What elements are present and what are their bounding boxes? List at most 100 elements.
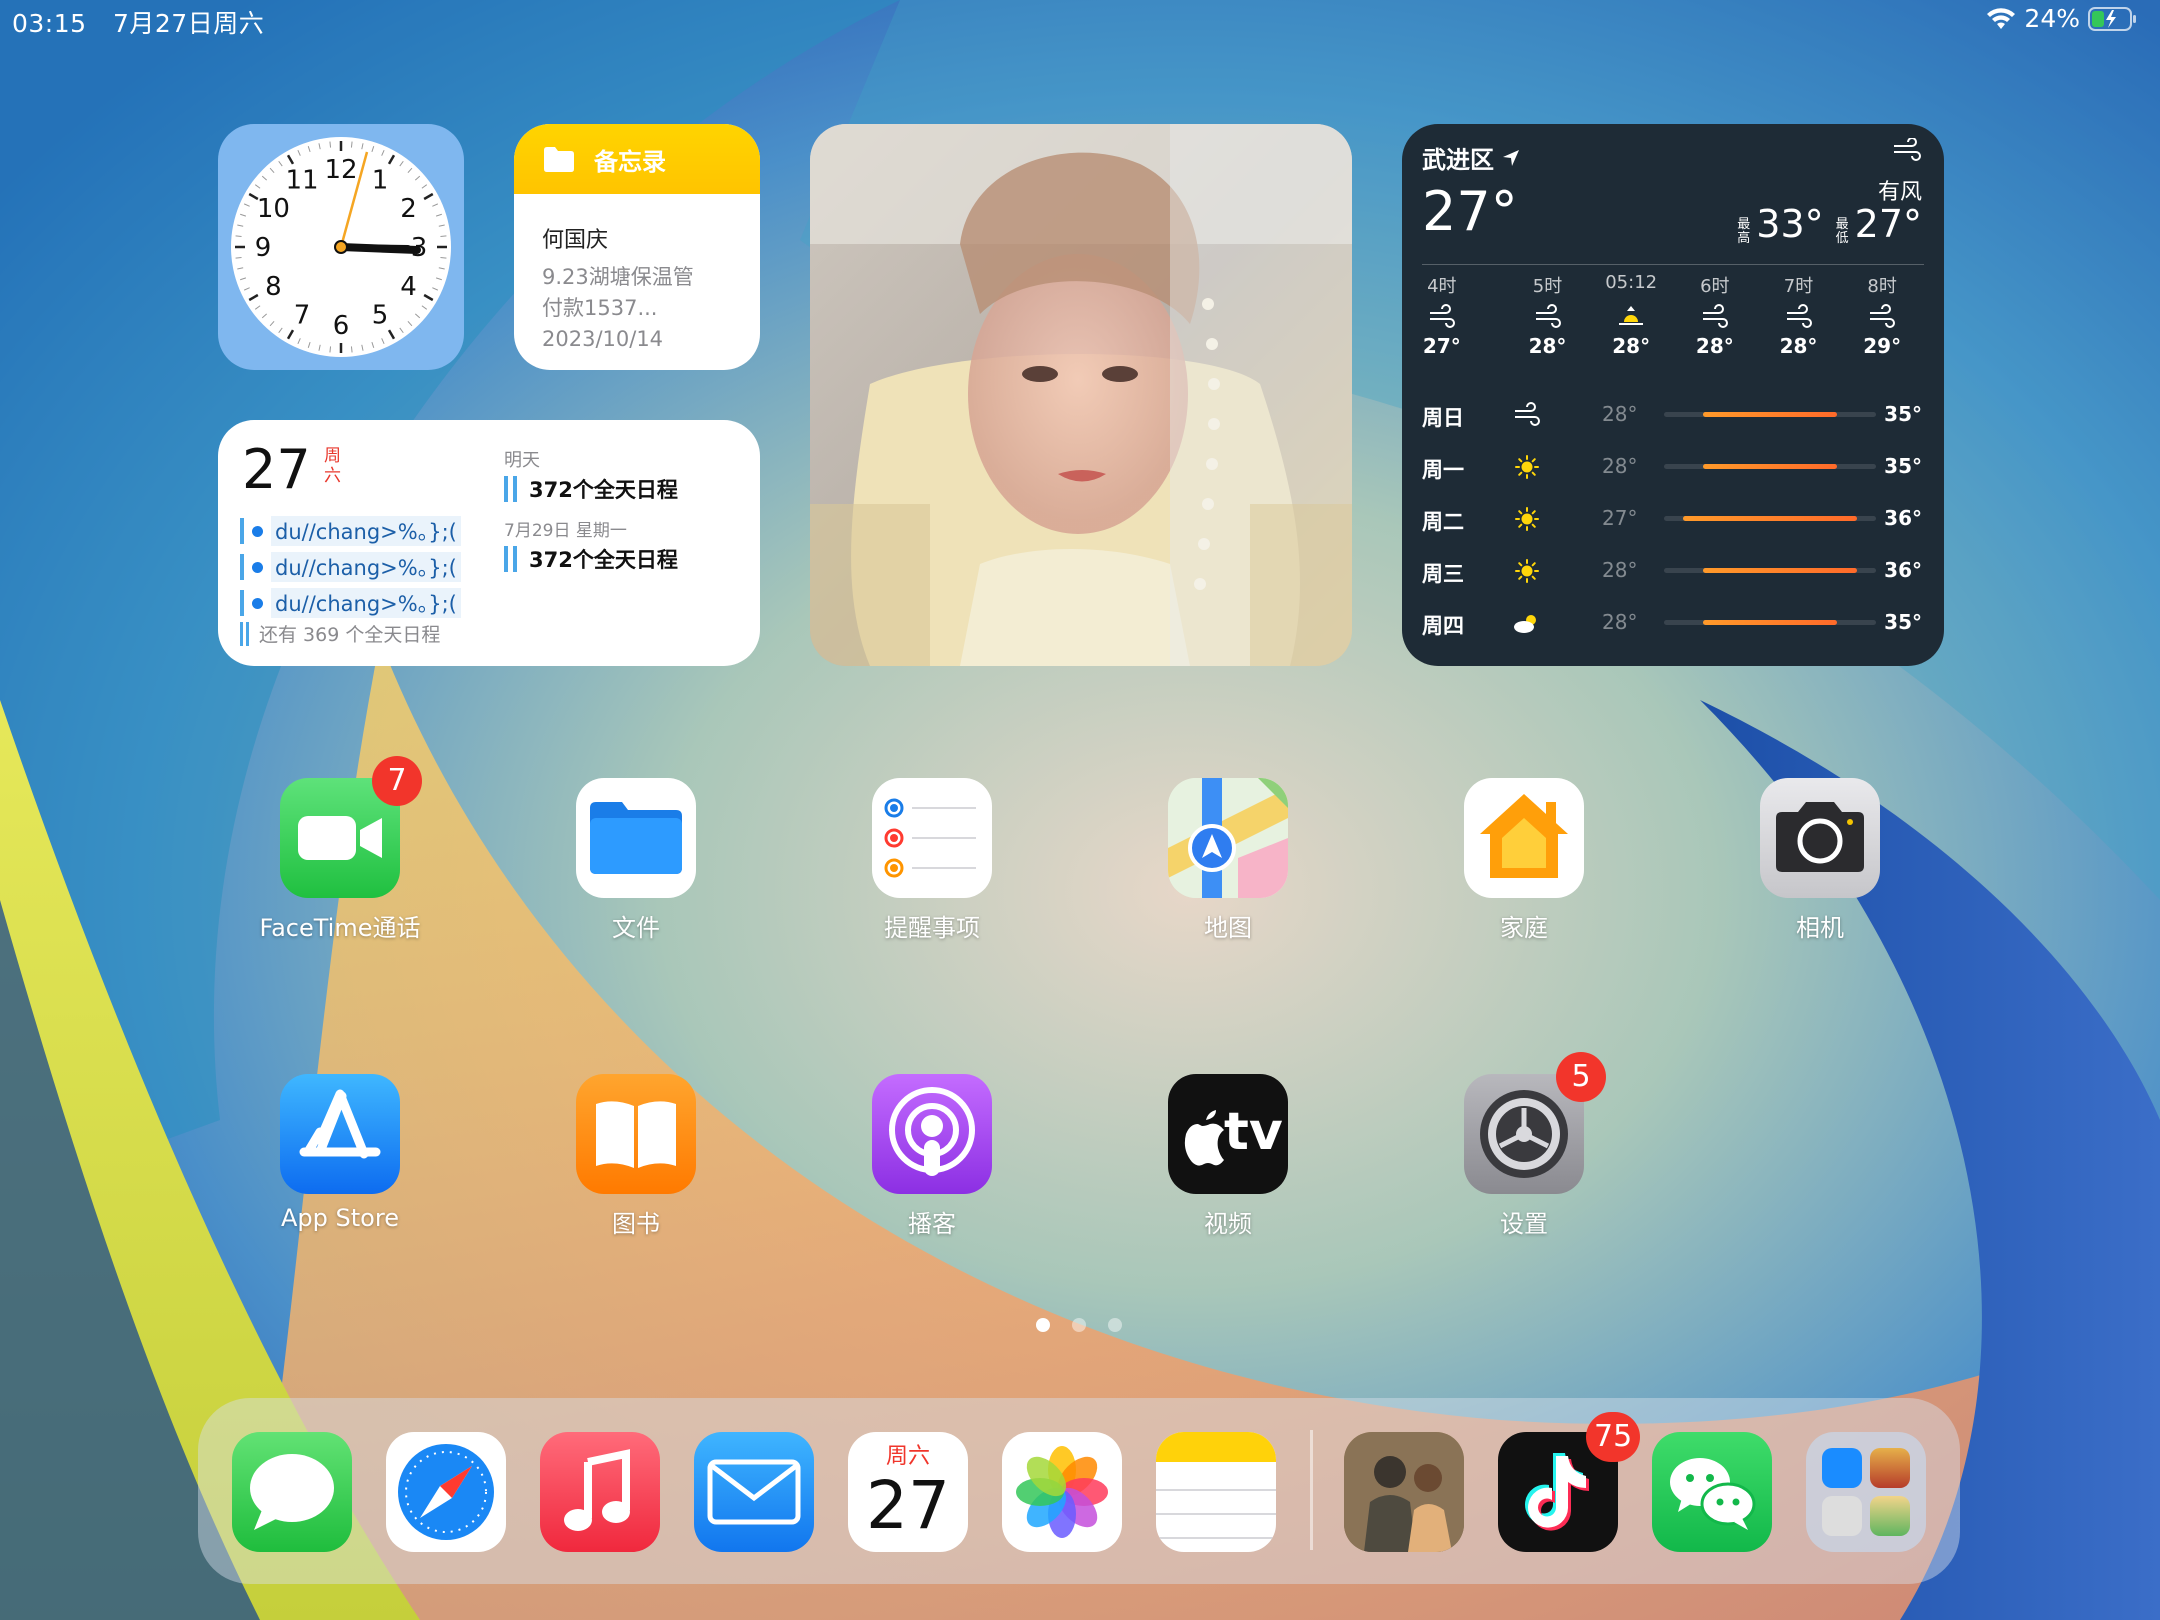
dock-safari-icon[interactable] (386, 1432, 506, 1552)
app-facetime[interactable]: FaceTime通话 (230, 778, 450, 943)
clock-number: 4 (400, 272, 417, 302)
daily-low: 28° (1602, 402, 1638, 426)
hourly-icon-wrap (1675, 300, 1755, 334)
facetime-badge: 7 (372, 756, 422, 806)
note-title: 何国庆 (542, 228, 609, 253)
daily-icon-wrap (1512, 558, 1542, 590)
weather-low-label-line: 最 (1835, 217, 1849, 232)
sun-icon (1515, 559, 1539, 583)
folder-icon (544, 147, 574, 172)
wifi-icon (1987, 7, 2016, 29)
calendar-weekday-line: 周 (324, 446, 341, 466)
wind-icon (1894, 138, 1921, 161)
clock-number: 7 (294, 301, 311, 331)
clock-widget[interactable]: 121234567891011 (218, 124, 464, 370)
hourly-time: 7时 (1783, 276, 1814, 297)
calendar-event: du//chang>%。};( (240, 588, 461, 618)
calendar-event-dot (252, 525, 263, 537)
app-files[interactable]: 文件 (526, 778, 746, 943)
app-tv[interactable]: tv 视频 (1118, 1074, 1338, 1239)
daily-range-bar (1702, 464, 1838, 469)
library-appstore-icon (1822, 1448, 1862, 1488)
hourly-forecast-item: 05:12 28° (1591, 272, 1671, 358)
app-camera[interactable]: 相机 (1710, 778, 1930, 943)
page-dot[interactable] (1108, 1318, 1122, 1332)
app-label: 家庭 (1500, 914, 1548, 942)
app-books[interactable]: 图书 (526, 1074, 746, 1239)
weather-high-low: 最高 33° 最低 27° (1737, 202, 1922, 246)
app-home[interactable]: 家庭 (1414, 778, 1634, 943)
photo-image (810, 124, 1352, 666)
app-label: App Store (281, 1204, 399, 1232)
dock-wechat-icon[interactable] (1652, 1432, 1772, 1552)
dock-calendar-weekday: 周六 (885, 1444, 930, 1469)
dock-mail-icon[interactable] (694, 1432, 814, 1552)
wind-icon (1870, 304, 1896, 328)
app-reminders[interactable]: 提醒事项 (822, 778, 1042, 943)
sun-icon (1515, 455, 1539, 479)
daily-day: 周四 (1422, 614, 1464, 638)
weather-low-label-line: 低 (1835, 231, 1849, 246)
weather-current-temp: 27° (1422, 180, 1518, 243)
note-date: 2023/10/14 (542, 327, 664, 351)
clock-tick (440, 235, 447, 238)
daily-high: 35° (1884, 610, 1922, 634)
hourly-time: 8时 (1867, 276, 1897, 297)
home-icon (1464, 778, 1584, 898)
hourly-forecast-item: 4时 27° (1402, 272, 1482, 358)
calendar-widget[interactable]: 27 周 六 du//chang>%。};(du//chang>%。};(du/… (218, 420, 760, 666)
photo-widget[interactable] (810, 124, 1352, 666)
hourly-icon-wrap (1842, 300, 1922, 334)
app-appstore[interactable]: App Store (230, 1074, 450, 1232)
note-line: 9.23湖塘保温管 (542, 265, 694, 289)
library-camera-icon (1822, 1496, 1862, 1536)
clock-number: 11 (285, 165, 318, 195)
reminders-icon (872, 778, 992, 898)
dock-pubg-icon[interactable] (1344, 1432, 1464, 1552)
daily-icon-wrap (1512, 402, 1542, 434)
clock-tick (329, 346, 332, 353)
page-dot[interactable] (1036, 1318, 1050, 1332)
clock-number: 9 (255, 233, 272, 263)
daily-day: 周三 (1422, 562, 1464, 586)
clock-number: 6 (333, 311, 350, 341)
hourly-time: 6时 (1700, 276, 1730, 297)
hourly-temp: 28° (1779, 334, 1818, 358)
daily-high: 36° (1884, 506, 1922, 530)
daily-range-track (1664, 412, 1876, 417)
clock-tick (235, 256, 242, 259)
daily-low: 28° (1602, 610, 1638, 634)
dock-app-library-icon[interactable] (1806, 1432, 1926, 1552)
app-maps[interactable]: 地图 (1118, 778, 1338, 943)
daily-range-bar (1702, 620, 1838, 625)
calendar-weekday: 周 六 (324, 446, 341, 486)
maps-icon (1168, 778, 1288, 898)
notes-widget[interactable]: 备忘录 何国庆 9.23湖塘保温管 付款1537... 2023/10/14 (514, 124, 760, 370)
dock-notes-icon[interactable] (1156, 1432, 1276, 1552)
partly-cloudy-icon (1514, 615, 1536, 633)
dock-calendar-icon[interactable]: 周六 27 (848, 1432, 968, 1552)
daily-low: 28° (1602, 558, 1638, 582)
dock-messages-icon[interactable] (232, 1432, 352, 1552)
app-podcasts[interactable]: 播客 (822, 1074, 1042, 1239)
daily-day: 周二 (1422, 510, 1464, 534)
page-indicator[interactable] (1036, 1318, 1122, 1332)
settings-badge: 5 (1556, 1052, 1606, 1102)
weather-high-label-line: 高 (1737, 231, 1751, 246)
status-date: 7月27日周六 (113, 9, 265, 38)
daily-low: 27° (1602, 506, 1638, 530)
daily-high: 35° (1884, 402, 1922, 426)
weather-low-label: 最低 (1836, 218, 1849, 246)
app-label: 视频 (1204, 1210, 1252, 1238)
calendar-tomorrow-event: 372个全天日程 (504, 474, 678, 504)
app-settings[interactable]: 设置 (1414, 1074, 1634, 1239)
weather-widget[interactable]: 武进区 27° 有风 最高 33° 最低 27° 4时 27° 5时 28° 05:12… (1402, 124, 1944, 666)
calendar-event-bar (240, 554, 244, 580)
calendar-event-dot (252, 597, 263, 609)
daily-forecast-row: 周三 28° 36° (1402, 548, 1944, 598)
dock-photos-icon[interactable] (1002, 1432, 1122, 1552)
dock-music-icon[interactable] (540, 1432, 660, 1552)
tiktok-badge: 75 (1586, 1412, 1641, 1462)
page-dot[interactable] (1072, 1318, 1086, 1332)
hourly-forecast-item: 7时 28° (1759, 272, 1839, 358)
